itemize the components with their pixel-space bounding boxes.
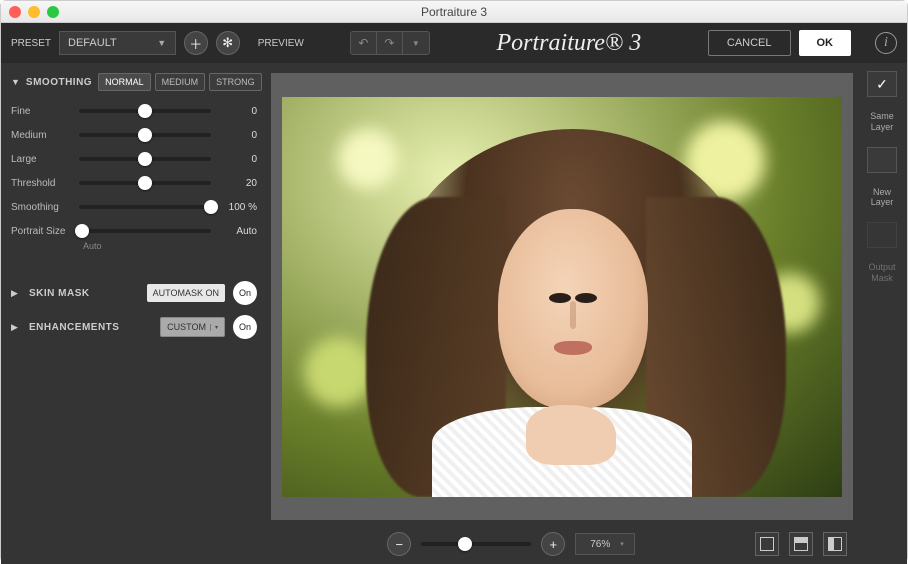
ok-button[interactable]: OK	[799, 30, 852, 56]
preview-label: PREVIEW	[258, 38, 304, 49]
fine-value: 0	[219, 106, 257, 117]
controls-sidebar: ▼ SMOOTHING NORMAL MEDIUM STRONG Fine 0 …	[1, 63, 267, 564]
output-mask-label: Output Mask	[868, 262, 895, 284]
view-single-button[interactable]	[755, 532, 779, 556]
preset-settings-button[interactable]: ✻	[216, 31, 240, 55]
fine-label: Fine	[11, 106, 71, 117]
portrait-size-label: Portrait Size	[11, 226, 71, 237]
title-bar: Portraiture 3	[1, 1, 907, 23]
medium-label: Medium	[11, 130, 71, 141]
strength-medium-button[interactable]: MEDIUM	[155, 73, 206, 91]
zoom-out-button[interactable]: −	[387, 532, 411, 556]
skin-mask-title: SKIN MASK	[29, 288, 90, 299]
automask-button[interactable]: AUTOMASK ON	[147, 284, 225, 302]
preset-label: PRESET	[11, 38, 51, 49]
medium-value: 0	[219, 130, 257, 141]
history-dropdown-button[interactable]: ▼	[403, 32, 429, 54]
same-layer-button[interactable]	[867, 71, 897, 97]
large-value: 0	[219, 154, 257, 165]
preset-dropdown[interactable]: DEFAULT ▼	[59, 31, 176, 55]
same-layer-label: Same Layer	[870, 111, 894, 133]
fine-slider[interactable]	[79, 109, 211, 113]
preview-area[interactable]	[271, 73, 853, 520]
zoom-dropdown[interactable]: 76%	[575, 533, 635, 555]
enhancements-section: ▶ ENHANCEMENTS CUSTOM On	[11, 315, 257, 339]
preset-value: DEFAULT	[68, 37, 117, 49]
threshold-label: Threshold	[11, 178, 71, 189]
zoom-bar: − + 76%	[267, 524, 857, 564]
new-layer-button[interactable]	[867, 147, 897, 173]
enhancements-custom-dropdown[interactable]: CUSTOM	[160, 317, 225, 337]
large-label: Large	[11, 154, 71, 165]
threshold-value: 20	[219, 178, 257, 189]
fine-row: Fine 0	[11, 99, 257, 123]
smoothing-title: SMOOTHING	[26, 77, 92, 88]
history-segment: ↶ ↷ ▼	[350, 31, 430, 55]
brand-title: Portraiture® 3	[438, 30, 700, 57]
smoothing-amount-label: Smoothing	[11, 202, 71, 213]
skin-mask-toggle-icon[interactable]: ▶	[11, 288, 21, 299]
redo-button[interactable]: ↷	[377, 32, 403, 54]
enhancements-title: ENHANCEMENTS	[29, 322, 119, 333]
portrait-size-sublabel: Auto	[83, 241, 257, 251]
enhancements-toggle-icon[interactable]: ▶	[11, 322, 21, 333]
output-mask-button[interactable]	[867, 222, 897, 248]
add-preset-button[interactable]: ＋	[184, 31, 208, 55]
portrait-size-row: Portrait Size Auto	[11, 219, 257, 243]
chevron-down-icon: ▼	[157, 38, 167, 48]
preview-image	[282, 97, 842, 497]
zoom-slider[interactable]	[421, 542, 531, 546]
cancel-button[interactable]: CANCEL	[708, 30, 791, 56]
smoothing-toggle-icon[interactable]: ▼	[11, 77, 20, 87]
undo-button[interactable]: ↶	[351, 32, 377, 54]
window-title: Portraiture 3	[1, 5, 907, 19]
strength-strong-button[interactable]: STRONG	[209, 73, 262, 91]
threshold-row: Threshold 20	[11, 171, 257, 195]
smoothing-row: Smoothing 100 %	[11, 195, 257, 219]
portrait-size-slider[interactable]	[79, 229, 211, 233]
medium-row: Medium 0	[11, 123, 257, 147]
large-row: Large 0	[11, 147, 257, 171]
portrait-size-value: Auto	[219, 226, 257, 237]
medium-slider[interactable]	[79, 133, 211, 137]
smoothing-slider[interactable]	[79, 205, 211, 209]
zoom-in-button[interactable]: +	[541, 532, 565, 556]
strength-normal-button[interactable]: NORMAL	[98, 73, 151, 91]
output-column: Same Layer New Layer Output Mask	[857, 63, 907, 564]
view-split-horizontal-button[interactable]	[789, 532, 813, 556]
large-slider[interactable]	[79, 157, 211, 161]
skin-mask-on-button[interactable]: On	[233, 281, 257, 305]
header-toolbar: PRESET DEFAULT ▼ ＋ ✻ PREVIEW ↶ ↷ ▼ Portr…	[1, 23, 907, 63]
skin-mask-section: ▶ SKIN MASK AUTOMASK ON On	[11, 281, 257, 305]
enhancements-on-button[interactable]: On	[233, 315, 257, 339]
view-split-vertical-button[interactable]	[823, 532, 847, 556]
smoothing-value: 100 %	[219, 202, 257, 213]
zoom-value: 76%	[590, 539, 610, 550]
info-button[interactable]: i	[875, 32, 897, 54]
threshold-slider[interactable]	[79, 181, 211, 185]
new-layer-label: New Layer	[871, 187, 894, 209]
